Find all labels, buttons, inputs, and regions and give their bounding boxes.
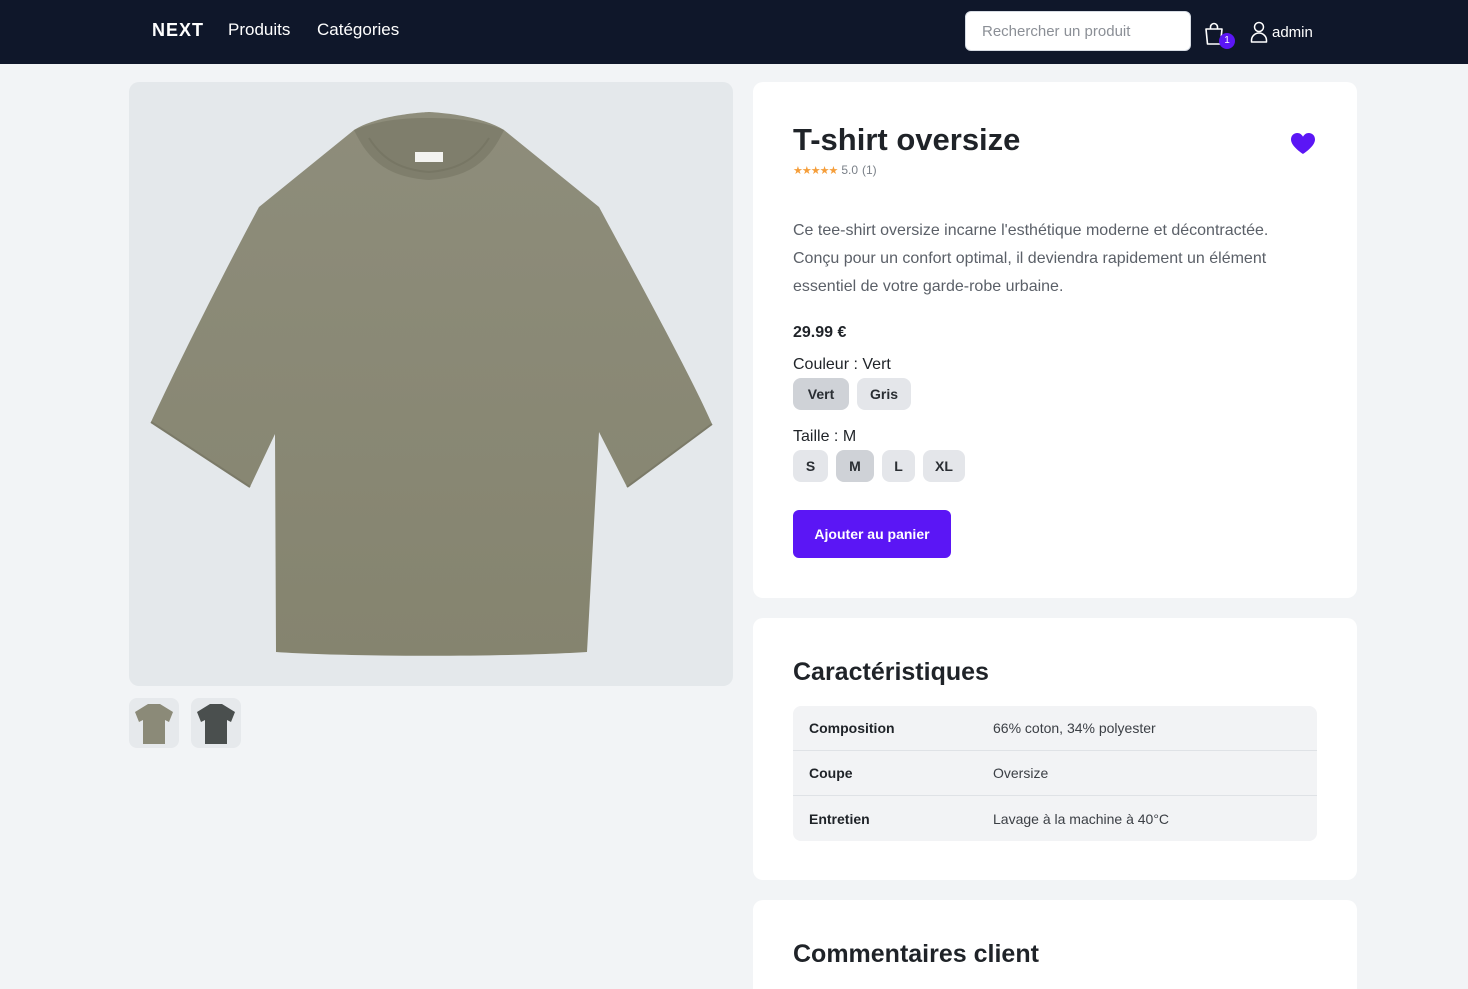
size-selected-value: M	[842, 428, 857, 445]
spec-value: Oversize	[993, 765, 1049, 781]
tshirt-green-thumbnail	[135, 704, 173, 744]
user-menu[interactable]: admin	[1250, 20, 1313, 44]
size-option-label: Taille : M	[793, 428, 856, 446]
size-chip-xl[interactable]: XL	[923, 450, 965, 482]
specs-card: Caractéristiques Composition 66% coton, …	[753, 618, 1357, 880]
color-chip-vert[interactable]: Vert	[793, 378, 849, 410]
nav-link-produits[interactable]: Produits	[228, 20, 290, 40]
spec-value: Lavage à la machine à 40°C	[993, 810, 1170, 827]
reviews-title: Commentaires client	[793, 940, 1039, 968]
product-main-image	[129, 82, 733, 686]
product-title: T-shirt oversize	[793, 122, 1021, 157]
color-option-label: Couleur : Vert	[793, 356, 891, 374]
add-to-cart-button[interactable]: Ajouter au panier	[793, 510, 951, 558]
favorite-heart-icon[interactable]	[1290, 132, 1316, 156]
search-input[interactable]	[965, 11, 1191, 51]
user-icon	[1250, 21, 1268, 43]
thumbnail-green[interactable]	[129, 698, 179, 748]
top-navbar: NEXT Produits Catégories 1 admin	[0, 0, 1468, 64]
color-chip-gris[interactable]: Gris	[857, 378, 911, 410]
table-row: Entretien Lavage à la machine à 40°C	[793, 796, 1317, 841]
spec-key: Entretien	[809, 810, 870, 827]
nav-link-categories[interactable]: Catégories	[317, 20, 399, 40]
table-row: Coupe Oversize	[793, 751, 1317, 796]
spec-key: Composition	[809, 720, 895, 736]
specs-table: Composition 66% coton, 34% polyester Cou…	[793, 706, 1317, 841]
product-info-card: T-shirt oversize ★★★★★ 5.0 (1) Ce tee-sh…	[753, 82, 1357, 598]
rating-stars: ★★★★★	[793, 164, 838, 177]
table-row: Composition 66% coton, 34% polyester	[793, 706, 1317, 751]
thumbnail-grey[interactable]	[191, 698, 241, 748]
tshirt-image	[150, 112, 713, 656]
spec-key: Coupe	[809, 765, 853, 781]
size-chip-l[interactable]: L	[882, 450, 915, 482]
logo[interactable]: NEXT	[152, 20, 204, 41]
spec-value: 66% coton, 34% polyester	[993, 720, 1156, 736]
username: admin	[1272, 23, 1313, 41]
product-rating: ★★★★★ 5.0 (1)	[793, 163, 877, 177]
specs-title: Caractéristiques	[793, 658, 989, 686]
color-label: Couleur :	[793, 356, 858, 373]
reviews-card: Commentaires client	[753, 900, 1357, 989]
product-price: 29.99 €	[793, 324, 847, 341]
product-description: Ce tee-shirt oversize incarne l'esthétiq…	[793, 222, 1269, 295]
size-chip-s[interactable]: S	[793, 450, 828, 482]
color-selected-value: Vert	[862, 356, 891, 373]
cart-count-badge: 1	[1219, 33, 1235, 49]
rating-value: 5.0	[841, 163, 858, 177]
size-label: Taille :	[793, 428, 839, 445]
rating-count: (1)	[862, 163, 877, 177]
tshirt-grey-thumbnail	[197, 704, 235, 744]
size-chip-m[interactable]: M	[836, 450, 874, 482]
